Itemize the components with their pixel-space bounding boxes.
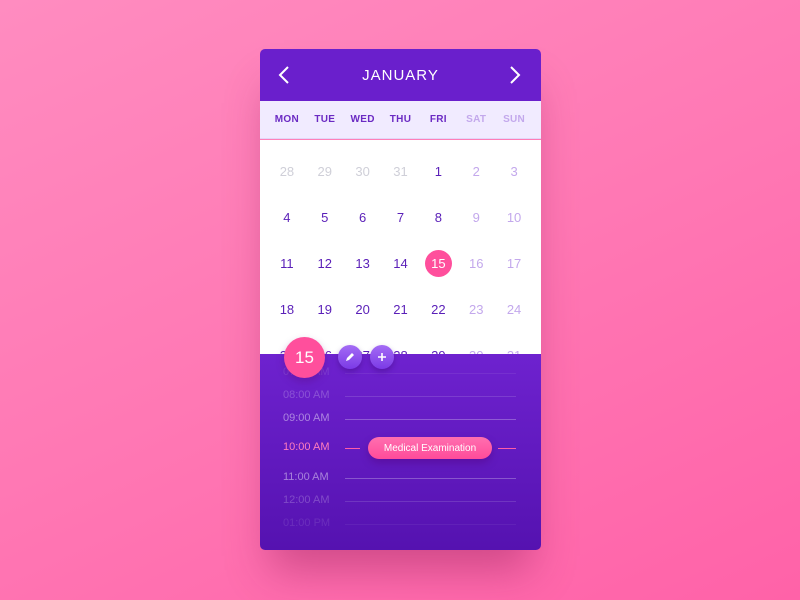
day-number: 31 xyxy=(393,163,408,179)
day-cell[interactable]: 7 xyxy=(382,194,420,240)
weekday-wed: WED xyxy=(350,114,375,125)
day-cell[interactable]: 29 xyxy=(306,148,344,194)
day-number: 12 xyxy=(317,255,332,271)
weekday-tue: TUE xyxy=(314,114,336,125)
day-number: 11 xyxy=(280,255,294,271)
day-cell[interactable]: 13 xyxy=(344,240,382,286)
day-cell[interactable]: 6 xyxy=(344,194,382,240)
day-cell[interactable]: 4 xyxy=(268,194,306,240)
weekday-sun: SUN xyxy=(503,114,526,125)
time-slot-event[interactable]: 10:00 AM Medical Examination xyxy=(260,437,541,459)
time-label: 09:00 AM xyxy=(283,412,330,424)
day-number: 13 xyxy=(355,255,370,271)
edit-event-button[interactable] xyxy=(338,345,362,369)
day-cell[interactable]: 10 xyxy=(495,194,533,240)
day-cell[interactable]: 28 xyxy=(268,148,306,194)
day-cell[interactable]: 14 xyxy=(382,240,420,286)
time-slot[interactable]: 12:00 AM xyxy=(260,492,541,512)
day-number: 14 xyxy=(393,255,408,271)
add-event-button[interactable] xyxy=(370,345,394,369)
day-number: 6 xyxy=(359,209,367,225)
day-number: 23 xyxy=(468,301,484,317)
weekday-fri: FRI xyxy=(429,114,447,125)
time-label: 08:00 AM xyxy=(283,389,330,401)
day-number: 4 xyxy=(283,209,291,225)
day-number: 30 xyxy=(355,163,370,179)
day-cell[interactable]: 30 xyxy=(344,148,382,194)
next-month-button[interactable] xyxy=(503,63,527,87)
weekday-mon: MON xyxy=(274,114,300,125)
selected-date-badge: 15 xyxy=(284,337,325,378)
day-number: 28 xyxy=(279,163,295,179)
day-number: 18 xyxy=(279,301,295,317)
chevron-right-icon xyxy=(510,66,521,84)
day-number: 2 xyxy=(472,163,480,179)
day-cell[interactable]: 19 xyxy=(306,286,344,332)
day-number: 5 xyxy=(321,209,329,225)
day-cell[interactable]: 22 xyxy=(419,286,457,332)
day-cell[interactable]: 24 xyxy=(495,286,533,332)
day-cell[interactable]: 23 xyxy=(457,286,495,332)
weekday-header: MON TUE WED THU FRI SAT SUN xyxy=(260,101,541,139)
weekday-sat: SAT xyxy=(466,114,487,125)
day-number: 22 xyxy=(431,301,446,317)
plus-icon xyxy=(378,353,386,361)
time-divider xyxy=(345,524,516,525)
day-cell[interactable]: 3 xyxy=(495,148,533,194)
day-cell[interactable]: 17 xyxy=(495,240,533,286)
day-number: 17 xyxy=(506,255,522,271)
day-number: 24 xyxy=(506,301,522,317)
time-divider xyxy=(345,373,516,374)
day-number: 29 xyxy=(317,163,332,179)
day-grid: 28 29 30 31 1 2 3 4 5 6 7 8 9 10 11 12 13 14 15 16 17 18 19 20 2… xyxy=(260,140,541,363)
day-number: 21 xyxy=(393,301,408,317)
day-cell[interactable]: 16 xyxy=(457,240,495,286)
day-number: 1 xyxy=(434,163,442,179)
day-number: 7 xyxy=(396,209,405,225)
day-cell[interactable]: 1 xyxy=(419,148,457,194)
calendar-header: JANUARY xyxy=(260,49,541,101)
day-cell[interactable]: 8 xyxy=(419,194,457,240)
day-cell[interactable]: 2 xyxy=(457,148,495,194)
day-number: 10 xyxy=(506,209,522,225)
prev-month-button[interactable] xyxy=(272,63,296,87)
chevron-left-icon xyxy=(278,66,289,84)
event-line-right xyxy=(498,448,516,449)
day-cell[interactable]: 12 xyxy=(306,240,344,286)
day-number: 15 xyxy=(424,249,452,277)
day-number: 20 xyxy=(355,301,370,317)
day-cell-selected[interactable]: 15 xyxy=(419,240,457,286)
day-cell[interactable]: 18 xyxy=(268,286,306,332)
day-cell[interactable]: 21 xyxy=(382,286,420,332)
day-number: 19 xyxy=(317,301,332,317)
time-label: 01:00 PM xyxy=(283,517,331,529)
time-slot[interactable]: 09:00 AM xyxy=(260,410,541,430)
event-line-left xyxy=(345,448,360,449)
day-number: 3 xyxy=(510,163,518,179)
day-schedule: 07:00 AM08:00 AM09:00 AM10:00 AMMedical … xyxy=(260,354,541,550)
time-slot[interactable]: 01:00 PM xyxy=(260,515,541,535)
day-number: 16 xyxy=(468,255,484,271)
day-cell[interactable]: 31 xyxy=(382,148,420,194)
day-number: 9 xyxy=(472,209,480,225)
time-slot[interactable]: 11:00 AM xyxy=(260,469,541,489)
time-label: 12:00 AM xyxy=(283,494,330,506)
day-number: 8 xyxy=(434,209,442,225)
time-divider xyxy=(345,501,516,502)
weekday-thu: THU xyxy=(389,114,412,125)
time-label: 11:00 AM xyxy=(283,471,329,483)
day-cell[interactable]: 9 xyxy=(457,194,495,240)
day-cell[interactable]: 20 xyxy=(344,286,382,332)
time-divider xyxy=(345,396,516,397)
event-pill[interactable]: Medical Examination xyxy=(368,437,492,459)
month-title: JANUARY xyxy=(362,66,439,84)
day-cell[interactable]: 11 xyxy=(268,240,306,286)
day-cell[interactable]: 5 xyxy=(306,194,344,240)
time-divider xyxy=(345,478,516,479)
time-label: 10:00 AM xyxy=(283,441,330,453)
time-divider xyxy=(345,419,516,420)
pencil-icon xyxy=(346,353,354,361)
calendar-card: JANUARY MON TUE WED THU FRI SAT SUN 28 29 30 31 1 2… xyxy=(260,49,541,550)
time-slot[interactable]: 08:00 AM xyxy=(260,387,541,407)
